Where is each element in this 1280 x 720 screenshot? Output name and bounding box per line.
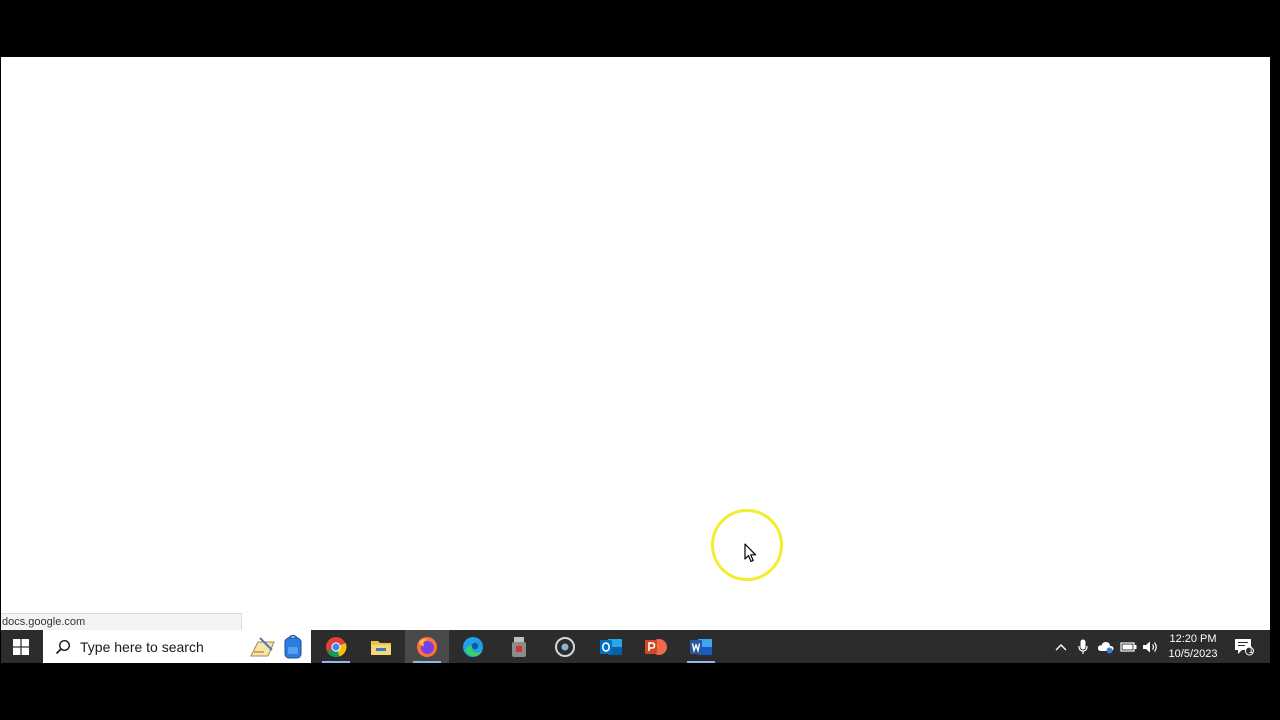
letterbox-top [0, 0, 1280, 57]
cloud-sync-icon [1097, 641, 1114, 653]
edge-icon [463, 636, 483, 657]
taskbar-word-button[interactable] [679, 630, 723, 663]
taskbar-outlook-button[interactable] [589, 630, 633, 663]
taskbar-file-explorer-button[interactable] [359, 630, 403, 663]
taskbar-firefox-button[interactable] [405, 630, 449, 663]
powerpoint-icon [645, 638, 667, 655]
search-placeholder: Type here to search [80, 638, 204, 655]
word-icon [690, 638, 712, 655]
taskbar-edge-button[interactable] [451, 630, 495, 663]
taskbar-cortana-button[interactable] [543, 630, 587, 663]
firefox-icon [417, 636, 437, 657]
status-url-tooltip: docs.google.com [1, 613, 242, 630]
windows-logo-icon [13, 638, 29, 655]
action-center-button[interactable]: 1 [1229, 630, 1259, 663]
cortana-icon [555, 636, 575, 657]
clock-time: 12:20 PM [1169, 633, 1217, 645]
battery-button[interactable] [1119, 630, 1139, 663]
backpack-icon[interactable] [282, 633, 304, 660]
outlook-icon [600, 638, 622, 655]
search-icon [55, 639, 71, 654]
start-button[interactable] [1, 630, 41, 663]
file-explorer-icon [371, 640, 391, 655]
status-url-text: docs.google.com [2, 616, 86, 628]
battery-plug-icon [1120, 641, 1137, 652]
right-edge-border [1270, 57, 1280, 663]
chevron-up-icon [1055, 643, 1067, 650]
taskbar-search-box[interactable]: Type here to search [43, 630, 311, 663]
taskbar-powerpoint-button[interactable] [634, 630, 678, 663]
sticky-notes-icon[interactable] [248, 634, 278, 660]
notification-count: 1 [1248, 645, 1254, 655]
usb-drive-icon [512, 636, 526, 657]
taskbar-clock[interactable]: 12:20 PM 10/5/2023 [1164, 632, 1222, 662]
speaker-icon [1143, 641, 1157, 652]
mouse-pointer-icon [744, 543, 757, 563]
onedrive-button[interactable] [1095, 630, 1117, 663]
microphone-button[interactable] [1074, 630, 1092, 663]
browser-content-area[interactable] [1, 57, 1270, 630]
show-hidden-icons-button[interactable] [1051, 630, 1071, 663]
volume-button[interactable] [1141, 630, 1161, 663]
clock-date: 10/5/2023 [1168, 648, 1218, 660]
microphone-icon [1078, 639, 1088, 654]
chrome-icon [326, 636, 347, 657]
taskbar-usb-drive-button[interactable] [497, 630, 541, 663]
letterbox-bottom [0, 663, 1280, 720]
taskbar-chrome-button[interactable] [314, 630, 358, 663]
windows-taskbar: Type here to search 12:20 PM 10/5/2023 1 [1, 630, 1270, 663]
